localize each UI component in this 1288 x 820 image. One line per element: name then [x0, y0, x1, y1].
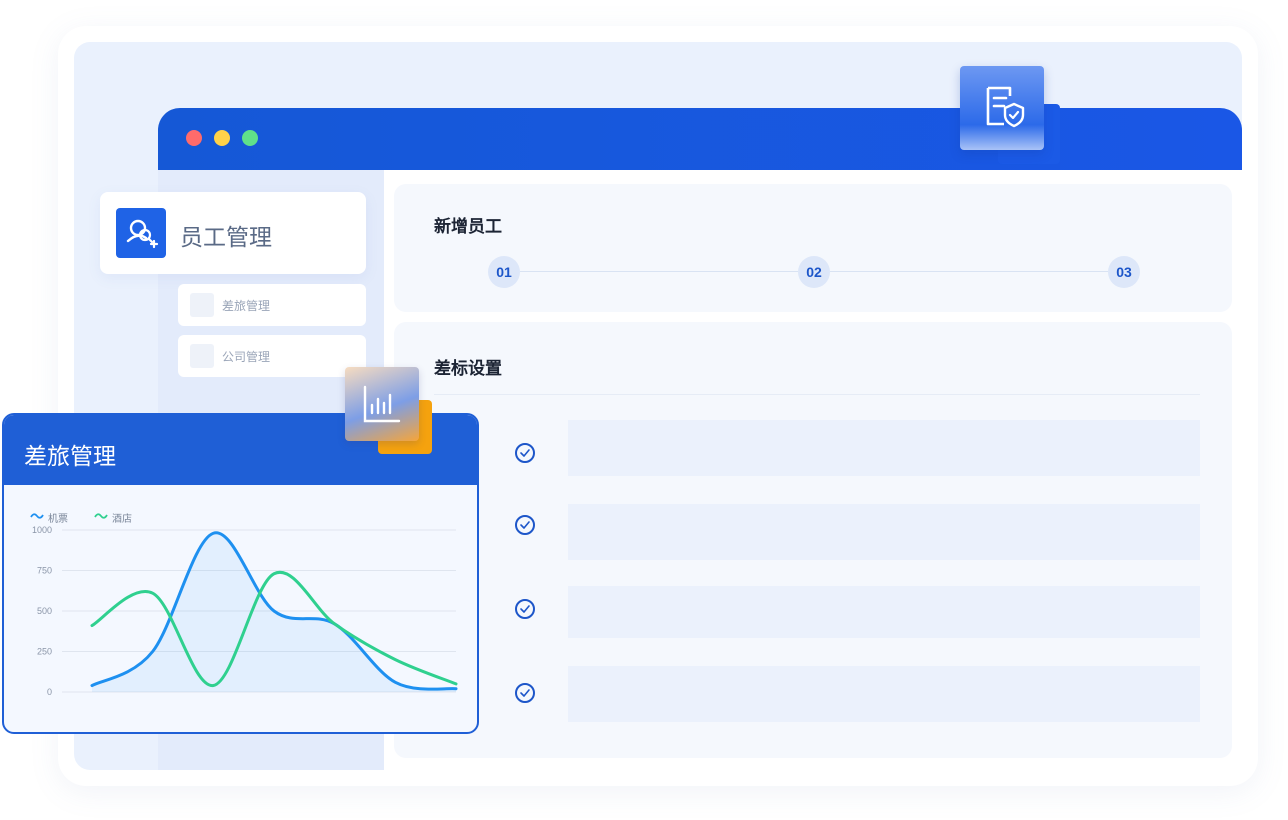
y-tick-label: 500	[37, 606, 52, 616]
sidebar-item-company[interactable]: 公司管理	[178, 335, 366, 377]
step-2[interactable]: 02	[798, 256, 830, 288]
step-1[interactable]: 01	[488, 256, 520, 288]
sidebar-item-travel[interactable]: 差旅管理	[178, 284, 366, 326]
document-shield-icon	[960, 66, 1060, 166]
setting-row[interactable]	[568, 504, 1200, 560]
window-titlebar	[158, 108, 1242, 170]
step-3[interactable]: 03	[1108, 256, 1140, 288]
placeholder-icon	[190, 293, 214, 317]
check-circle-icon[interactable]	[515, 683, 535, 703]
sidebar-item-label: 差旅管理	[222, 299, 271, 313]
divider	[434, 394, 1200, 395]
y-tick-label: 750	[37, 566, 52, 576]
travel-standard-title: 差标设置	[434, 359, 502, 378]
new-employee-title: 新增员工	[434, 217, 502, 236]
step-connector	[830, 271, 1108, 272]
travel-line-chart: 0 250 500 750 1000	[32, 525, 458, 697]
maximize-window-button[interactable]	[242, 130, 258, 146]
new-employee-panel	[394, 184, 1232, 312]
check-circle-icon[interactable]	[515, 443, 535, 463]
close-window-button[interactable]	[186, 130, 202, 146]
sidebar-item-label: 公司管理	[222, 350, 271, 364]
check-circle-icon[interactable]	[515, 515, 535, 535]
travel-chart-card: 差旅管理 机票 酒店 0 250 500 750 1000	[2, 413, 479, 734]
sidebar-item-label: 员工管理	[180, 224, 272, 250]
setting-row[interactable]	[568, 666, 1200, 722]
y-tick-label: 1000	[32, 525, 52, 535]
step-connector	[520, 271, 798, 272]
sidebar-item-employee-management[interactable]: 员工管理	[100, 192, 366, 274]
bar-chart-icon	[345, 367, 435, 457]
y-tick-label: 250	[37, 647, 52, 657]
minimize-window-button[interactable]	[214, 130, 230, 146]
user-add-icon	[116, 208, 166, 258]
setting-row[interactable]	[568, 420, 1200, 476]
y-tick-label: 0	[47, 687, 52, 697]
check-circle-icon[interactable]	[515, 599, 535, 619]
setting-row[interactable]	[568, 586, 1200, 638]
placeholder-icon	[190, 344, 214, 368]
